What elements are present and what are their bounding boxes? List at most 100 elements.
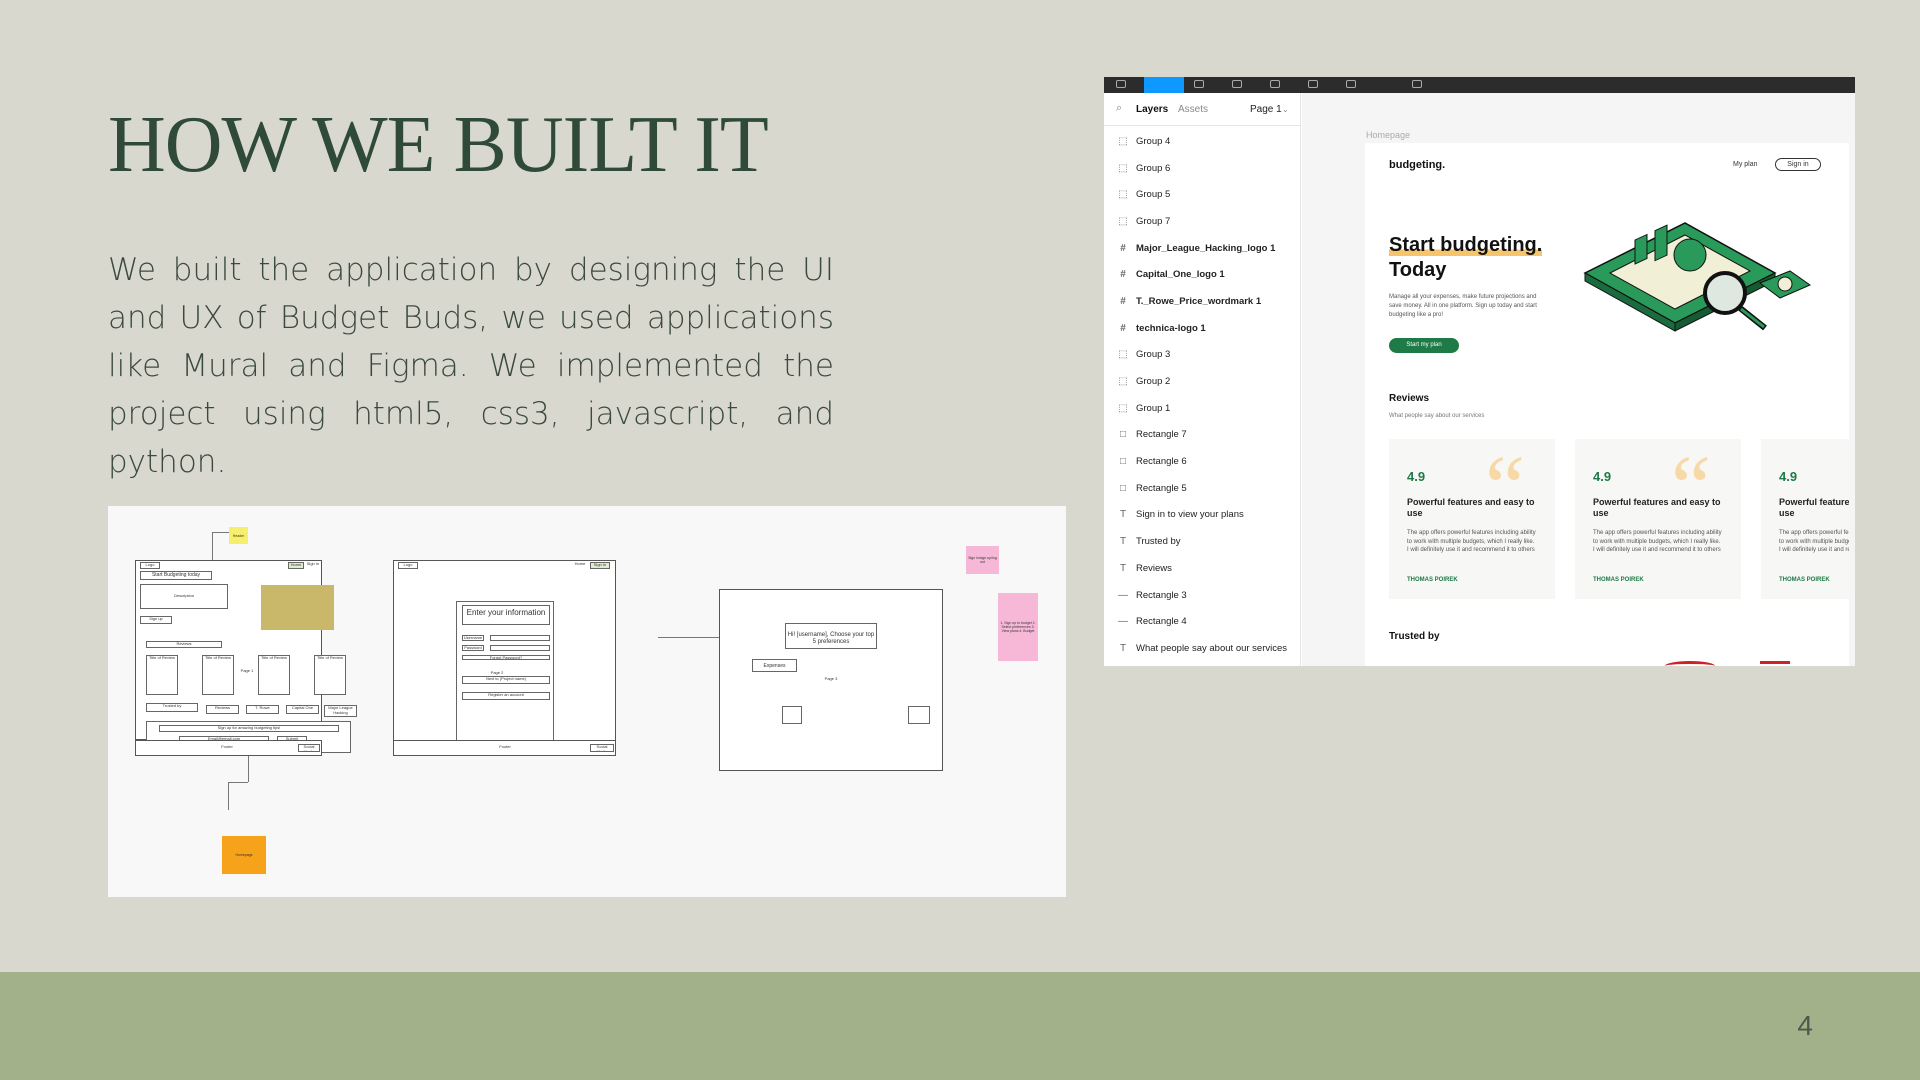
wireframe-screen-login: Logo Home Sign In Enter your information…: [393, 560, 616, 756]
sticky-note-homepage: Homepage: [222, 836, 266, 874]
hero-title-line-1: Start budgeting.: [1389, 234, 1543, 256]
resources-tool-icon[interactable]: [1308, 80, 1318, 88]
layer-item[interactable]: □ Rectangle 5: [1104, 475, 1300, 502]
wireframe-login-form: Enter your information Username Password…: [456, 601, 554, 741]
layer-label: Rectangle 7: [1136, 429, 1187, 441]
sticky-note-header: Header: [229, 527, 248, 544]
rectangle-icon: □: [1119, 429, 1127, 441]
page-number: 4: [1797, 1010, 1813, 1041]
layer-label: Rectangle 4: [1136, 616, 1187, 628]
wireframe-review-title: Title of Review: [148, 655, 176, 660]
layer-item[interactable]: ⬚ Group 3: [1104, 342, 1300, 369]
layer-item[interactable]: ⬚ Group 2: [1104, 368, 1300, 395]
tab-assets[interactable]: Assets: [1178, 104, 1208, 115]
sticky-note-flow: 1. Sign up to budget 2. Select preferenc…: [998, 593, 1038, 661]
frame-icon: #: [1120, 242, 1126, 254]
wireframe-username-label: Username: [462, 635, 484, 641]
line-icon: —: [1118, 616, 1128, 628]
layer-item[interactable]: # Capital_One_logo 1: [1104, 261, 1300, 288]
chevron-down-icon[interactable]: ⌄: [1282, 105, 1289, 114]
layer-item[interactable]: — Rectangle 3: [1104, 582, 1300, 609]
figma-panel-tabs: ⌕ Layers Assets Page 1 ⌄: [1104, 93, 1300, 126]
wireframe-trusted-logo: Capital One: [286, 705, 319, 714]
wireframe-page-label: Page 2: [490, 671, 504, 676]
layer-item[interactable]: # technica-logo 1: [1104, 315, 1300, 342]
connector-line: [228, 782, 229, 810]
search-icon[interactable]: ⌕: [1116, 102, 1122, 115]
nav-my-plan[interactable]: My plan: [1733, 161, 1758, 168]
line-icon: —: [1118, 589, 1128, 601]
layer-item[interactable]: # T._Rowe_Price_wordmark 1: [1104, 288, 1300, 315]
layer-item[interactable]: T Reviews: [1104, 555, 1300, 582]
frame-icon: #: [1120, 269, 1126, 281]
hero-text: Manage all your expenses, make future pr…: [1389, 294, 1537, 318]
wireframe-logo: Logo: [140, 562, 160, 569]
wireframe-trusted-by: Trusted by: [146, 703, 198, 712]
wireframe-footer-label: Footer: [212, 745, 242, 751]
layer-label: Group 5: [1136, 189, 1171, 201]
wireframe-password-field: [490, 645, 550, 651]
shape-tool-icon[interactable]: [1194, 80, 1204, 88]
layer-label: technica-logo 1: [1136, 322, 1206, 334]
layer-item[interactable]: ⬚ Group 1: [1104, 395, 1300, 422]
pen-tool-icon[interactable]: [1232, 80, 1242, 88]
text-icon: T: [1119, 642, 1127, 654]
layer-label: What people say about our services: [1136, 642, 1288, 654]
wireframe-image: [261, 585, 334, 630]
layer-item[interactable]: T What people say about our services: [1104, 635, 1300, 662]
wireframe-review-card: Title of Review: [146, 655, 178, 695]
comment-tool-icon[interactable]: [1412, 80, 1422, 88]
layer-item[interactable]: □ Rectangle 6: [1104, 448, 1300, 475]
hand-tool-icon[interactable]: [1346, 80, 1356, 88]
frame-tool-icon[interactable]: [1144, 77, 1184, 93]
layer-label: T._Rowe_Price_wordmark 1: [1136, 295, 1262, 307]
wireframe-page-label: Page 1: [240, 669, 254, 674]
wireframe-trusted-logo: Major League Hacking: [324, 705, 357, 717]
layer-label: Group 2: [1136, 376, 1171, 388]
layer-label: Group 7: [1136, 215, 1171, 227]
tab-layers[interactable]: Layers: [1136, 104, 1168, 115]
text-icon: T: [1119, 562, 1127, 574]
page-selector[interactable]: Page 1: [1250, 104, 1282, 115]
rectangle-icon: □: [1119, 482, 1127, 494]
wireframe-page-label: Page 3: [824, 677, 838, 682]
figma-toolbar: [1104, 77, 1855, 93]
hero-illustration: [1583, 222, 1812, 332]
wireframe-option-box: [908, 706, 930, 724]
wireframe-home-link: Home: [572, 562, 588, 569]
wireframe-option-box: [782, 706, 802, 724]
frame-icon: #: [1120, 295, 1126, 307]
wireframe-review-card: Title of Review: [258, 655, 290, 695]
layer-item[interactable]: ⬚ Group 4: [1104, 128, 1300, 155]
wireframe-password-label: Password: [462, 645, 484, 651]
layer-item[interactable]: □ Rectangle 7: [1104, 422, 1300, 449]
text-icon: T: [1119, 509, 1127, 521]
wireframe-description: Description: [140, 584, 228, 609]
reviews-subtitle: What people say about our services: [1389, 413, 1485, 419]
mural-wireframe-panel: Header Homepage Sign in/sign up/log out …: [108, 506, 1066, 897]
wireframe-logo: Logo: [398, 562, 418, 569]
nav-sign-in-button[interactable]: Sign in: [1775, 158, 1821, 171]
frame-icon: #: [1120, 322, 1126, 334]
text-tool-icon[interactable]: [1270, 80, 1280, 88]
layer-item[interactable]: ⬚ Group 7: [1104, 208, 1300, 235]
review-card: “ 4.9 Powerful features and easy to use …: [1761, 439, 1849, 599]
group-icon: ⬚: [1118, 135, 1128, 147]
layer-item[interactable]: T Trusted by: [1104, 528, 1300, 555]
layer-item[interactable]: # Major_League_Hacking_logo 1: [1104, 235, 1300, 262]
wireframe-login-heading: Enter your information: [462, 605, 550, 625]
layer-item[interactable]: ⬚ Group 5: [1104, 181, 1300, 208]
wireframe-forgot-password: Forgot Password?: [462, 655, 550, 660]
review-title: Powerful features and easy to use: [1407, 497, 1535, 518]
layer-item[interactable]: ⬚ Group 6: [1104, 155, 1300, 182]
layer-item[interactable]: — Rectangle 4: [1104, 608, 1300, 635]
wireframe-next-button: Next to (Project name): [462, 676, 550, 684]
text-icon: T: [1119, 536, 1127, 548]
layer-label: Rectangle 6: [1136, 456, 1187, 468]
hero-cta-button[interactable]: Start my plan: [1389, 338, 1459, 353]
move-tool-icon[interactable]: [1116, 80, 1126, 88]
layer-label: Trusted by: [1136, 536, 1181, 548]
layer-label: Capital_One_logo 1: [1136, 269, 1225, 281]
quote-icon: “: [1485, 438, 1525, 537]
layer-item[interactable]: T Sign in to view your plans: [1104, 502, 1300, 529]
